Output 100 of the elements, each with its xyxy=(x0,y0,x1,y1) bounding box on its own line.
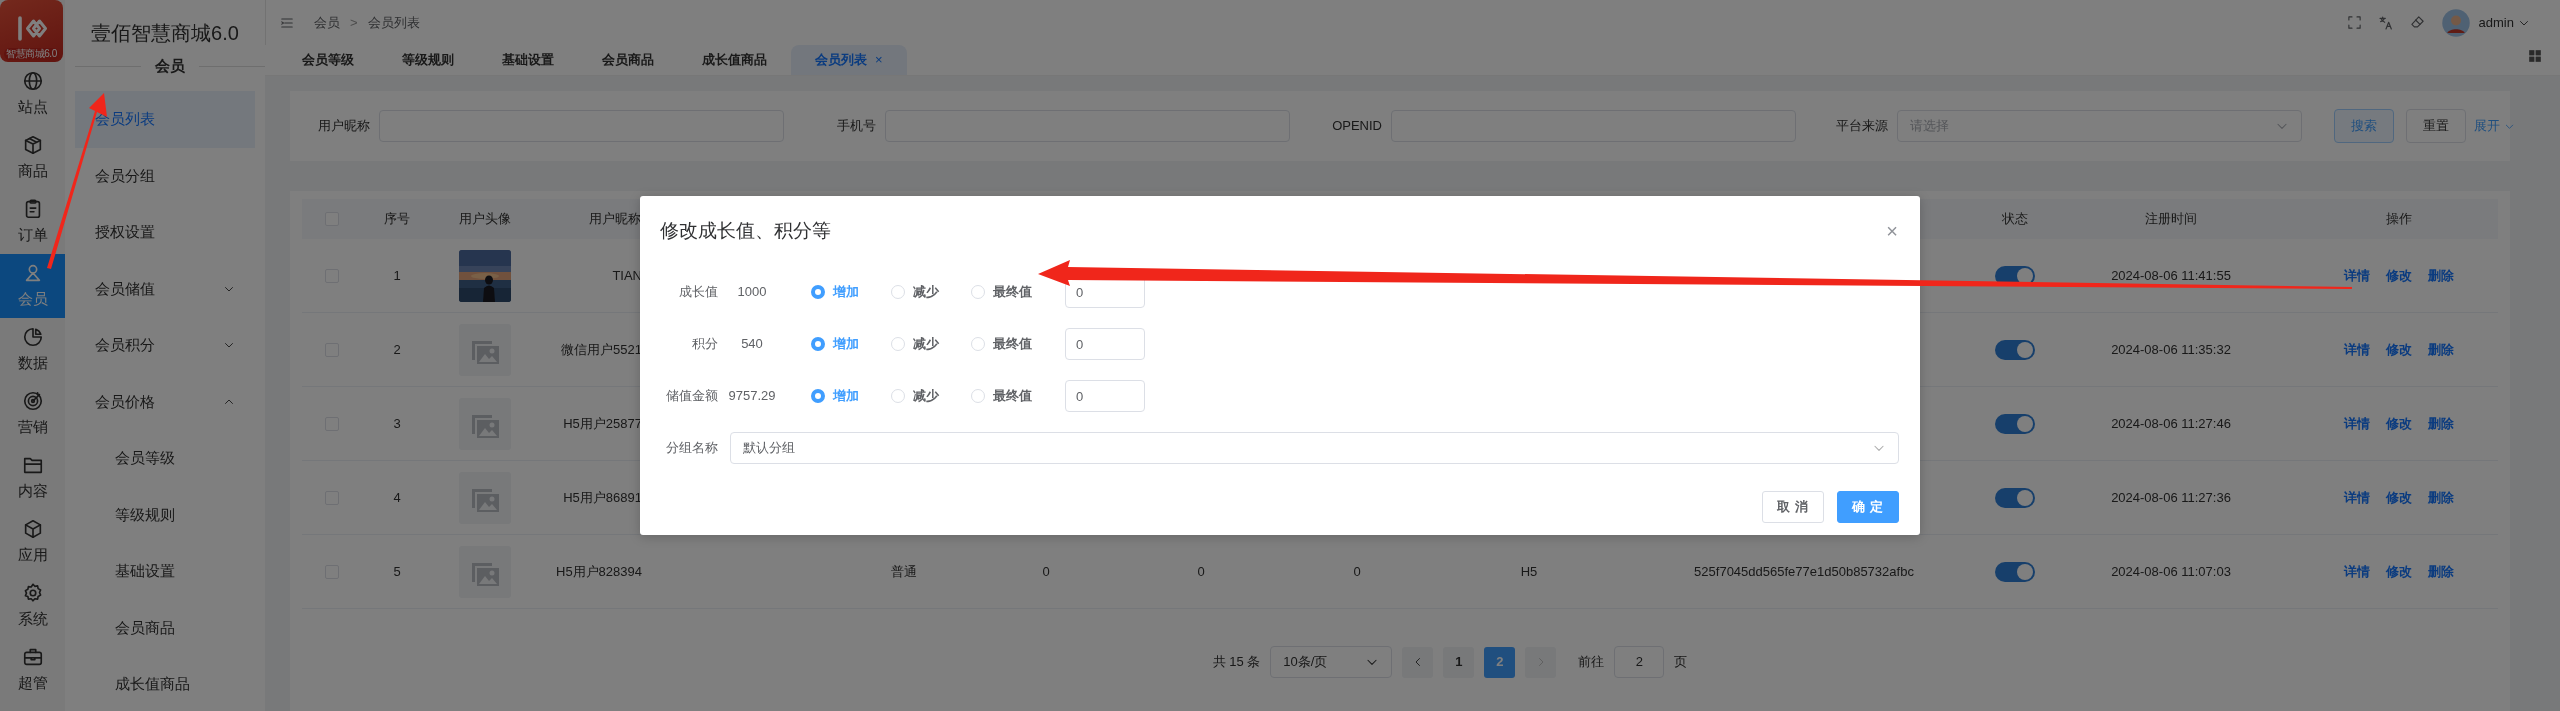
dialog-title: 修改成长值、积分等 xyxy=(660,218,831,243)
column-header: 注册时间 xyxy=(2145,210,2197,229)
table-cell-text: H5用户25877 xyxy=(563,414,642,433)
table-cell-text: H5用户86891 xyxy=(563,488,642,507)
radio-option[interactable]: 增加 xyxy=(811,282,891,302)
action-link[interactable]: 修改 xyxy=(2386,487,2412,508)
current-value: 540 xyxy=(740,335,764,354)
menu-item[interactable]: 会员储值 xyxy=(75,260,255,317)
radio-option[interactable]: 减少 xyxy=(891,282,971,302)
table-cell-text: 4 xyxy=(393,488,401,507)
menu-item[interactable]: 会员等级 xyxy=(75,430,255,487)
menu-item[interactable]: 成长值商品 xyxy=(75,656,255,711)
total-count: 共 15 条 xyxy=(1212,653,1261,672)
tab[interactable]: 会员商品 xyxy=(578,45,678,75)
radio-option[interactable]: 减少 xyxy=(891,386,971,406)
current-value: 9757.29 xyxy=(727,387,777,406)
nav-item[interactable]: 超管 xyxy=(0,638,65,702)
action-link[interactable]: 修改 xyxy=(2386,265,2412,286)
action-link[interactable]: 详情 xyxy=(2344,265,2370,286)
section-title: 会员 xyxy=(155,55,185,76)
table-cell-text: 0 xyxy=(1042,562,1050,581)
table-cell-text: 5 xyxy=(393,562,401,581)
menu-item[interactable]: 会员积分 xyxy=(75,317,255,374)
table-cell-text: 2024-08-06 11:07:03 xyxy=(2111,562,2231,581)
tab[interactable]: 基础设置 xyxy=(478,45,578,75)
table-cell-text: 3 xyxy=(393,414,401,433)
select-field[interactable]: 默认分组 xyxy=(730,432,1899,464)
table-cell-text: 普通 xyxy=(891,562,917,581)
table-cell-text: H5 xyxy=(1520,562,1538,581)
radio-option[interactable]: 减少 xyxy=(891,334,971,354)
table-cell-text: H5用户828394 xyxy=(556,562,642,581)
table-cell-text: 2024-08-06 11:35:32 xyxy=(2111,340,2231,359)
breadcrumb-item[interactable]: 会员 xyxy=(314,12,340,33)
table-cell-text: 525f7045dd565fe77e1d50b85732afbc xyxy=(1694,562,1914,581)
breadcrumb-item[interactable]: 会员列表 xyxy=(367,12,420,33)
radio-option[interactable]: 最终值 xyxy=(971,334,1051,354)
action-link[interactable]: 修改 xyxy=(2386,561,2412,582)
nav-item[interactable]: 应用 xyxy=(0,510,65,574)
confirm-button[interactable]: 确 定 xyxy=(1837,491,1899,523)
action-link[interactable]: 删除 xyxy=(2428,339,2454,360)
tab[interactable]: 等级规则 xyxy=(378,45,478,75)
current-value: 1000 xyxy=(736,283,768,302)
cancel-button[interactable]: 取 消 xyxy=(1762,491,1824,523)
user-menu[interactable]: admin xyxy=(2478,12,2530,33)
action-link[interactable]: 详情 xyxy=(2344,561,2370,582)
table-cell-text: 微信用户5521 xyxy=(561,340,642,359)
breadcrumb-separator: > xyxy=(350,13,358,32)
page-input[interactable]: 2 xyxy=(1614,646,1665,678)
radio-option[interactable]: 最终值 xyxy=(971,282,1051,302)
field-label: 用户昵称 xyxy=(317,117,370,136)
action-link[interactable]: 删除 xyxy=(2428,561,2454,582)
table-cell-text: 2024-08-06 11:27:46 xyxy=(2111,414,2231,433)
close-button[interactable]: × xyxy=(1886,221,1898,241)
action-link[interactable]: 删除 xyxy=(2428,487,2454,508)
action-link[interactable]: 详情 xyxy=(2344,339,2370,360)
tab[interactable]: 会员列表 × xyxy=(791,45,907,75)
radio-option[interactable]: 增加 xyxy=(811,386,891,406)
menu-item[interactable]: 基础设置 xyxy=(75,543,255,600)
action-link[interactable]: 删除 xyxy=(2428,265,2454,286)
nav-item[interactable]: 内容 xyxy=(0,446,65,510)
column-header: 用户头像 xyxy=(459,210,511,229)
logo-caption: 智慧商城6.0 xyxy=(4,48,59,60)
expand-link[interactable]: 展开 xyxy=(2474,116,2515,136)
menu-item[interactable]: 等级规则 xyxy=(75,486,255,543)
field-label: 积分 xyxy=(691,335,718,354)
tab[interactable]: 成长值商品 xyxy=(678,45,791,75)
menu-item[interactable]: 会员商品 xyxy=(75,599,255,656)
action-link[interactable]: 详情 xyxy=(2344,487,2370,508)
table-cell-text: 1 xyxy=(393,266,401,285)
menu-item[interactable]: 会员价格 xyxy=(75,373,255,430)
goto-label: 前往 xyxy=(1578,653,1605,672)
tab[interactable]: 会员等级 xyxy=(278,45,378,75)
radio-option[interactable]: 最终值 xyxy=(971,386,1051,406)
menu-item[interactable]: 会员分组 xyxy=(75,147,255,204)
nav-item[interactable]: 营销 xyxy=(0,382,65,446)
input-field[interactable]: 0 xyxy=(1065,328,1145,360)
nav-item[interactable]: 系统 xyxy=(0,574,65,638)
app-title: 壹佰智慧商城6.0 xyxy=(90,21,240,46)
action-link[interactable]: 详情 xyxy=(2344,413,2370,434)
close-icon[interactable]: × xyxy=(875,50,883,70)
field-label: 分组名称 xyxy=(665,439,718,458)
field-label: 平台来源 xyxy=(1835,117,1888,136)
page-size-select[interactable]: 10条/页 xyxy=(1270,646,1393,678)
table-cell-text: 2024-08-06 11:41:55 xyxy=(2111,266,2231,285)
table-cell-text: 2024-08-06 11:27:36 xyxy=(2111,488,2231,507)
menu-item[interactable]: 授权设置 xyxy=(75,204,255,261)
nav-item[interactable]: 数据 xyxy=(0,318,65,382)
goto-suffix: 页 xyxy=(1674,653,1688,672)
table-cell-text: 0 xyxy=(1197,562,1205,581)
page-button[interactable]: 2 xyxy=(1484,646,1516,678)
reset-button[interactable]: 重置 xyxy=(2406,109,2466,143)
column-header: 操作 xyxy=(2386,210,2412,229)
action-link[interactable]: 修改 xyxy=(2386,339,2412,360)
action-link[interactable]: 修改 xyxy=(2386,413,2412,434)
nav-item[interactable]: 会员 xyxy=(0,254,65,318)
input-field[interactable]: 0 xyxy=(1065,380,1145,412)
action-link[interactable]: 删除 xyxy=(2428,413,2454,434)
page-button[interactable]: 1 xyxy=(1443,646,1475,678)
radio-option[interactable]: 增加 xyxy=(811,334,891,354)
column-header: 用户昵称 xyxy=(589,210,641,229)
